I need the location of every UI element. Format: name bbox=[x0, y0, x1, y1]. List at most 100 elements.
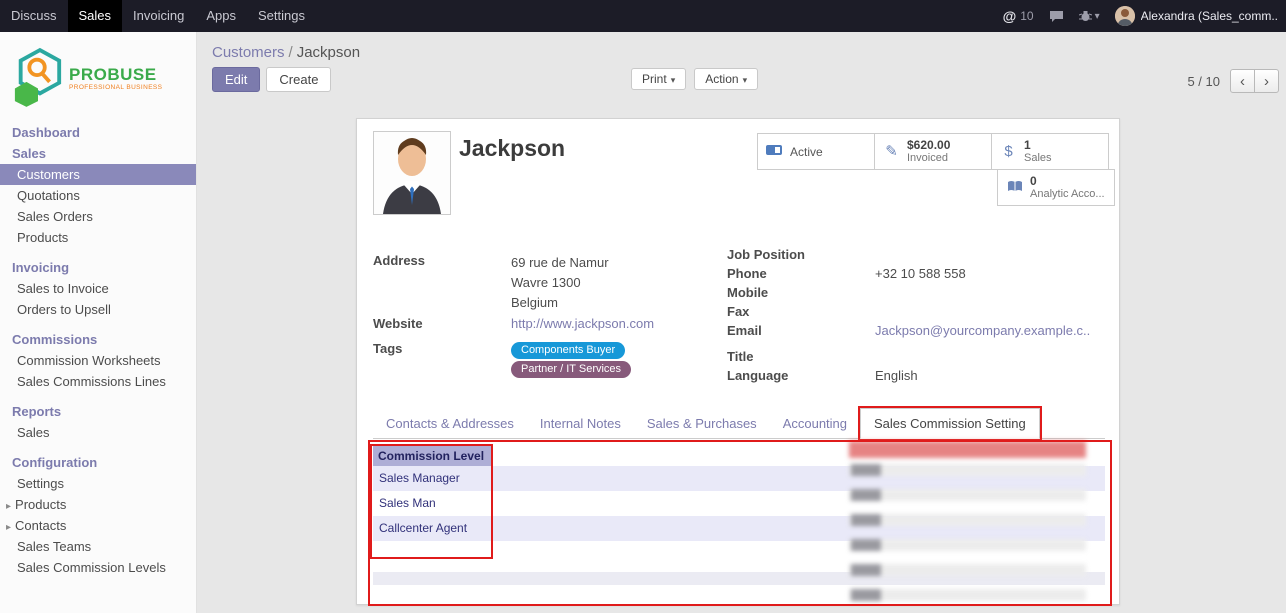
tab-sales-purchases[interactable]: Sales & Purchases bbox=[634, 409, 770, 438]
redacted-row bbox=[849, 464, 1086, 476]
edit-button[interactable]: Edit bbox=[212, 67, 260, 92]
sidebar: PROBUSE PROFESSIONAL BUSINESS Dashboard … bbox=[0, 32, 197, 613]
messages-icon[interactable] bbox=[1049, 10, 1064, 23]
sidebar-item-settings[interactable]: Settings bbox=[0, 473, 196, 494]
redacted-blurred-region bbox=[849, 441, 1086, 603]
sidebar-item-orders-to-upsell[interactable]: Orders to Upsell bbox=[0, 299, 196, 320]
sidebar-item-sales-commissions-lines[interactable]: Sales Commissions Lines bbox=[0, 371, 196, 392]
breadcrumb-separator: / bbox=[289, 44, 293, 61]
main-content: Customers/Jackpson Edit Create Print▾ Ac… bbox=[197, 32, 1286, 613]
sidebar-item-configuration[interactable]: Configuration bbox=[0, 452, 196, 473]
sidebar-item-sales[interactable]: Sales bbox=[0, 143, 196, 164]
create-button[interactable]: Create bbox=[266, 67, 331, 92]
tab-internal-notes[interactable]: Internal Notes bbox=[527, 409, 634, 438]
redacted-row bbox=[849, 489, 1086, 501]
nav-section-commissions: Commissions Commission Worksheets Sales … bbox=[0, 329, 196, 392]
pencil-icon: ✎ bbox=[883, 144, 900, 159]
sidebar-item-config-contacts[interactable]: ▸ Contacts bbox=[0, 515, 196, 536]
customer-form: Jackpson Active ✎ $620.00 Invoiced $ 1 bbox=[356, 118, 1120, 605]
control-panel: Edit Create Print▾ Action ▾ 5 / 10 ‹ › bbox=[197, 63, 1286, 105]
caret-down-icon: ▾ bbox=[743, 75, 748, 85]
tag-partner-it-services: Partner / IT Services bbox=[511, 361, 631, 378]
analytic-accounts-stat-button[interactable]: 0 Analytic Acco... bbox=[997, 169, 1115, 206]
tab-accounting[interactable]: Accounting bbox=[770, 409, 860, 438]
email-field: Email Jackpson@yourcompany.example.c.. bbox=[727, 323, 1105, 342]
app-logo[interactable]: PROBUSE PROFESSIONAL BUSINESS bbox=[0, 32, 196, 122]
sidebar-item-label: Products bbox=[15, 497, 66, 512]
print-label: Print bbox=[642, 72, 667, 86]
stat-value: 1 bbox=[1024, 139, 1052, 152]
active-stat-button[interactable]: Active bbox=[757, 133, 875, 170]
topbar-right-cluster: @ 10 ▾ Alexandra (Sales_comm.. bbox=[1003, 0, 1286, 32]
customer-photo bbox=[373, 131, 451, 215]
address-country: Belgium bbox=[511, 293, 609, 313]
tab-contacts-addresses[interactable]: Contacts & Addresses bbox=[373, 409, 527, 438]
sidebar-item-invoicing[interactable]: Invoicing bbox=[0, 257, 196, 278]
chevron-left-icon: ‹ bbox=[1240, 73, 1245, 90]
at-icon: @ bbox=[1003, 8, 1017, 24]
debug-icon[interactable]: ▾ bbox=[1079, 10, 1100, 22]
sidebar-item-config-products[interactable]: ▸Products bbox=[0, 494, 196, 515]
print-dropdown[interactable]: Print▾ bbox=[631, 68, 686, 90]
sidebar-item-quotations[interactable]: Quotations bbox=[0, 185, 196, 206]
email-link[interactable]: Jackpson@yourcompany.example.c.. bbox=[875, 323, 1090, 342]
user-menu[interactable]: Alexandra (Sales_comm.. bbox=[1115, 6, 1278, 26]
menu-settings[interactable]: Settings bbox=[247, 0, 316, 32]
sidebar-item-sales-teams[interactable]: Sales Teams bbox=[0, 536, 196, 557]
sidebar-item-customers[interactable]: Customers bbox=[0, 164, 196, 185]
sidebar-item-label: Contacts bbox=[15, 518, 66, 533]
tags-label: Tags bbox=[373, 341, 511, 379]
address-label: Address bbox=[373, 253, 511, 313]
user-avatar bbox=[1115, 6, 1135, 26]
redacted-row bbox=[849, 539, 1086, 551]
sidebar-item-dashboard[interactable]: Dashboard bbox=[0, 122, 196, 143]
notebook: Contacts & Addresses Internal Notes Sale… bbox=[373, 407, 1105, 439]
action-label: Action bbox=[705, 72, 738, 86]
dollar-icon: $ bbox=[1000, 144, 1017, 159]
website-link[interactable]: http://www.jackpson.com bbox=[511, 316, 654, 335]
language-value: English bbox=[875, 368, 918, 387]
logo-title: PROBUSE bbox=[69, 66, 162, 84]
redacted-row bbox=[849, 589, 1086, 601]
sidebar-item-sales-orders[interactable]: Sales Orders bbox=[0, 206, 196, 227]
website-label: Website bbox=[373, 316, 511, 335]
stat-label: Active bbox=[790, 145, 823, 159]
pager-previous-button[interactable]: ‹ bbox=[1230, 69, 1255, 93]
sales-stat-button[interactable]: $ 1 Sales bbox=[991, 133, 1109, 170]
mentions-button[interactable]: @ 10 bbox=[1003, 8, 1034, 24]
phone-field: Phone +32 10 588 558 bbox=[727, 266, 1105, 285]
page-title: Jackpson bbox=[459, 135, 565, 162]
book-icon bbox=[1006, 180, 1023, 196]
fields-right-column: Job Position Phone +32 10 588 558 Mobile… bbox=[727, 247, 1105, 387]
expand-icon: ▸ bbox=[6, 522, 11, 533]
address-city: Wavre 1300 bbox=[511, 273, 609, 293]
sidebar-item-reports-sales[interactable]: Sales bbox=[0, 422, 196, 443]
sidebar-item-commissions[interactable]: Commissions bbox=[0, 329, 196, 350]
tags-field: Tags Components Buyer Partner / IT Servi… bbox=[373, 341, 727, 379]
address-street: 69 rue de Namur bbox=[511, 253, 609, 273]
commission-level-column-header[interactable]: Commission Level bbox=[373, 446, 493, 466]
phone-value: +32 10 588 558 bbox=[875, 266, 966, 285]
menu-apps[interactable]: Apps bbox=[195, 0, 247, 32]
mention-count: 10 bbox=[1020, 9, 1033, 23]
pager-next-button[interactable]: › bbox=[1254, 69, 1279, 93]
title-label: Title bbox=[727, 349, 875, 368]
breadcrumb-current: Jackpson bbox=[297, 44, 360, 61]
sidebar-item-sales-to-invoice[interactable]: Sales to Invoice bbox=[0, 278, 196, 299]
menu-invoicing[interactable]: Invoicing bbox=[122, 0, 195, 32]
sidebar-item-products[interactable]: Products bbox=[0, 227, 196, 248]
pager-count: 5 / 10 bbox=[1187, 74, 1220, 89]
invoiced-stat-button[interactable]: ✎ $620.00 Invoiced bbox=[874, 133, 992, 170]
sidebar-item-sales-commission-levels[interactable]: Sales Commission Levels bbox=[0, 557, 196, 578]
menu-sales[interactable]: Sales bbox=[68, 0, 123, 32]
tab-sales-commission-setting[interactable]: Sales Commission Setting bbox=[860, 408, 1040, 439]
language-field: Language English bbox=[727, 368, 1105, 387]
logo-subtitle: PROFESSIONAL BUSINESS bbox=[69, 84, 162, 91]
action-dropdown[interactable]: Action ▾ bbox=[694, 68, 758, 90]
menu-discuss[interactable]: Discuss bbox=[0, 0, 68, 32]
redacted-row bbox=[849, 564, 1086, 576]
sidebar-item-reports[interactable]: Reports bbox=[0, 401, 196, 422]
breadcrumb-customers[interactable]: Customers bbox=[212, 44, 285, 61]
sidebar-item-commission-worksheets[interactable]: Commission Worksheets bbox=[0, 350, 196, 371]
toggle-on-icon bbox=[766, 144, 783, 159]
